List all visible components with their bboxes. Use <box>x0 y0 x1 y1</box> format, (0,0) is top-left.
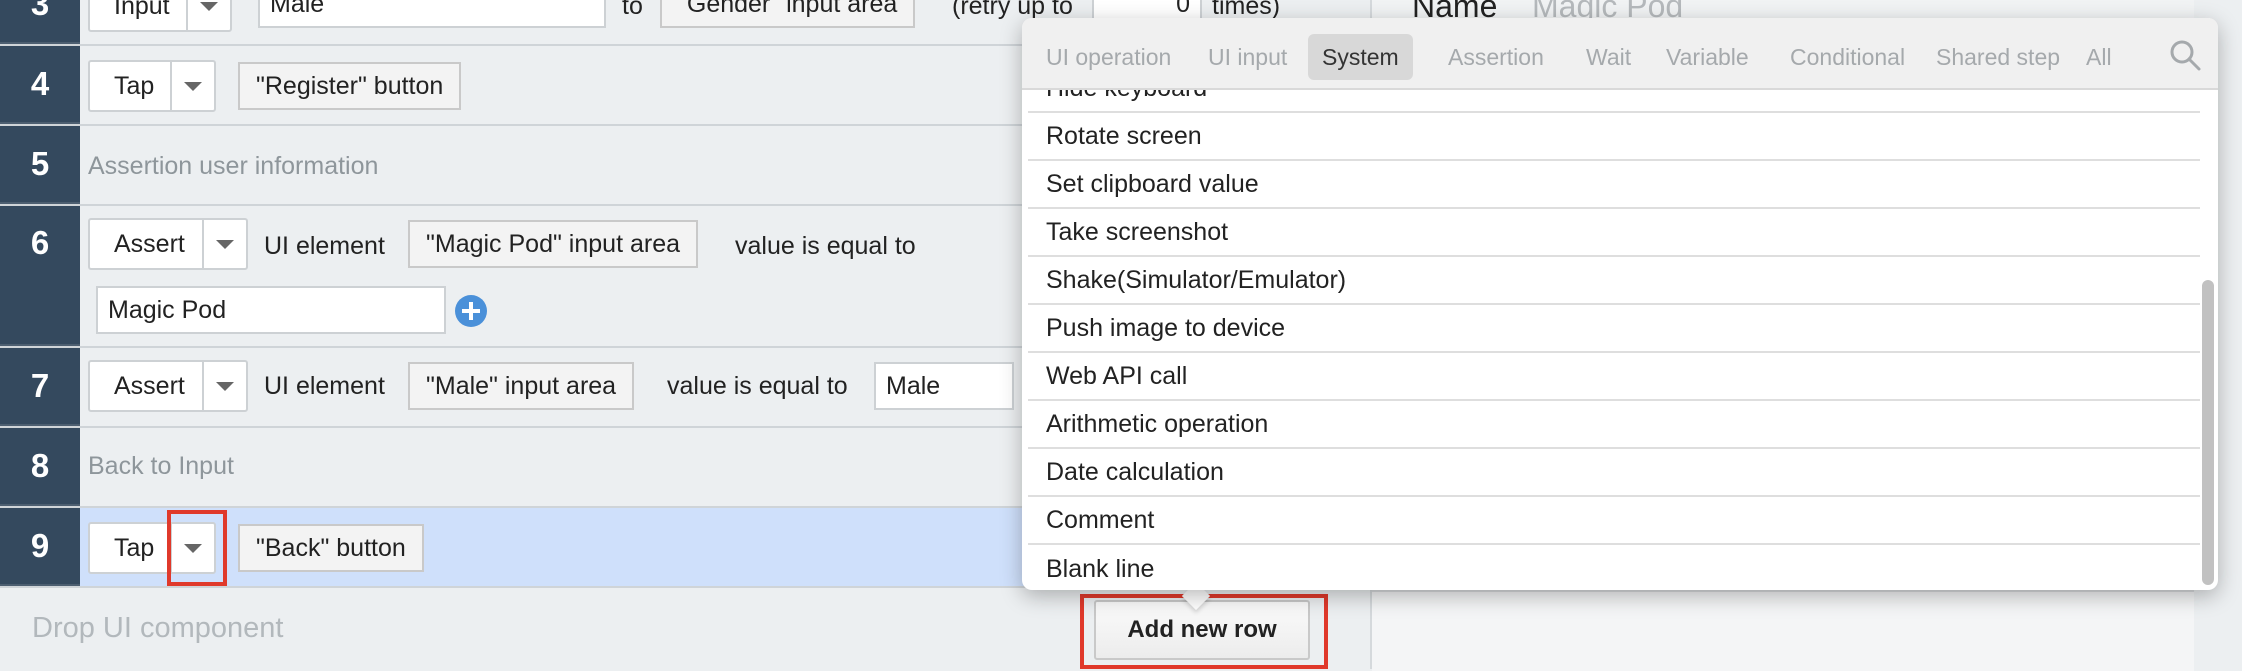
to-label: to <box>622 0 643 20</box>
command-select[interactable]: Tap <box>88 60 216 112</box>
chevron-down-icon[interactable] <box>186 0 230 30</box>
plus-circle-icon[interactable] <box>454 294 488 328</box>
command-list: Hide keyboard Rotate screen Set clipboar… <box>1028 90 2206 588</box>
ui-element-chip[interactable]: "Gender" input area <box>660 0 916 28</box>
ui-element-chip[interactable]: "Magic Pod" input area <box>408 220 699 268</box>
row-number: 5 <box>0 126 80 204</box>
row-number: 6 <box>0 206 80 346</box>
list-item-hide-keyboard[interactable]: Hide keyboard <box>1028 90 2200 113</box>
list-item-blank-line[interactable]: Blank line <box>1028 546 2200 588</box>
ui-element-chip[interactable]: "Register" button <box>238 62 462 110</box>
tab-ui-operation[interactable]: UI operation <box>1032 34 1185 80</box>
tab-assertion[interactable]: Assertion <box>1434 34 1558 80</box>
command-label: Assert <box>114 371 185 400</box>
command-label: Assert <box>114 229 185 258</box>
ui-element-chip[interactable]: "Back" button <box>238 524 424 572</box>
command-select[interactable]: Input <box>88 0 232 32</box>
chevron-down-icon[interactable] <box>170 62 214 110</box>
tab-ui-input[interactable]: UI input <box>1194 34 1301 80</box>
list-item-set-clipboard-value[interactable]: Set clipboard value <box>1028 162 2200 209</box>
command-label: Tap <box>114 71 155 100</box>
expected-value-field[interactable]: Male <box>874 362 1014 410</box>
input-value-field[interactable]: Male <box>258 0 606 28</box>
ui-element-label: UI element <box>264 372 385 400</box>
list-item-shake[interactable]: Shake(Simulator/Emulator) <box>1028 258 2200 305</box>
list-item-date-calculation[interactable]: Date calculation <box>1028 450 2200 497</box>
highlight-add-button-annotation <box>1080 594 1328 669</box>
row-number: 8 <box>0 428 80 506</box>
command-select[interactable]: Assert <box>88 360 248 412</box>
tab-wait[interactable]: Wait <box>1572 34 1645 80</box>
row-number: 7 <box>0 348 80 426</box>
list-item-arithmetic-operation[interactable]: Arithmetic operation <box>1028 402 2200 449</box>
drop-zone-label: Drop UI component <box>32 612 284 644</box>
chevron-down-icon[interactable] <box>202 362 246 410</box>
ui-element-chip[interactable]: "Male" input area <box>408 362 635 410</box>
tab-all[interactable]: All <box>2072 34 2126 80</box>
tab-conditional[interactable]: Conditional <box>1776 34 1919 80</box>
properties-panel-body <box>1372 590 2194 671</box>
row-number: 9 <box>0 508 80 586</box>
tab-variable[interactable]: Variable <box>1652 34 1763 80</box>
tab-shared-step[interactable]: Shared step <box>1922 34 2074 80</box>
row-number: 3 <box>0 0 80 44</box>
comment-text[interactable]: Back to Input <box>88 452 234 481</box>
row-number: 4 <box>0 46 80 124</box>
command-picker-popup: UI operation UI input System Assertion W… <box>1022 18 2218 590</box>
list-item-push-image[interactable]: Push image to device <box>1028 306 2200 353</box>
popup-scrollbar[interactable] <box>2202 280 2214 585</box>
list-item-comment[interactable]: Comment <box>1028 498 2200 545</box>
ui-element-label: UI element <box>264 232 385 260</box>
command-label: Input <box>114 0 170 20</box>
condition-label: value is equal to <box>667 372 848 400</box>
command-label: Tap <box>114 533 155 562</box>
command-select[interactable]: Assert <box>88 218 248 270</box>
tab-system[interactable]: System <box>1308 34 1413 80</box>
list-item-web-api-call[interactable]: Web API call <box>1028 354 2200 401</box>
condition-label: value is equal to <box>735 232 916 260</box>
highlight-dropdown-annotation <box>167 510 227 586</box>
comment-text[interactable]: Assertion user information <box>88 152 378 181</box>
list-item-rotate-screen[interactable]: Rotate screen <box>1028 114 2200 161</box>
category-tabs: UI operation UI input System Assertion W… <box>1022 18 2218 90</box>
list-item-take-screenshot[interactable]: Take screenshot <box>1028 210 2200 257</box>
chevron-down-icon[interactable] <box>202 220 246 268</box>
search-icon[interactable] <box>2168 38 2202 72</box>
expected-value-field[interactable]: Magic Pod <box>96 286 446 334</box>
